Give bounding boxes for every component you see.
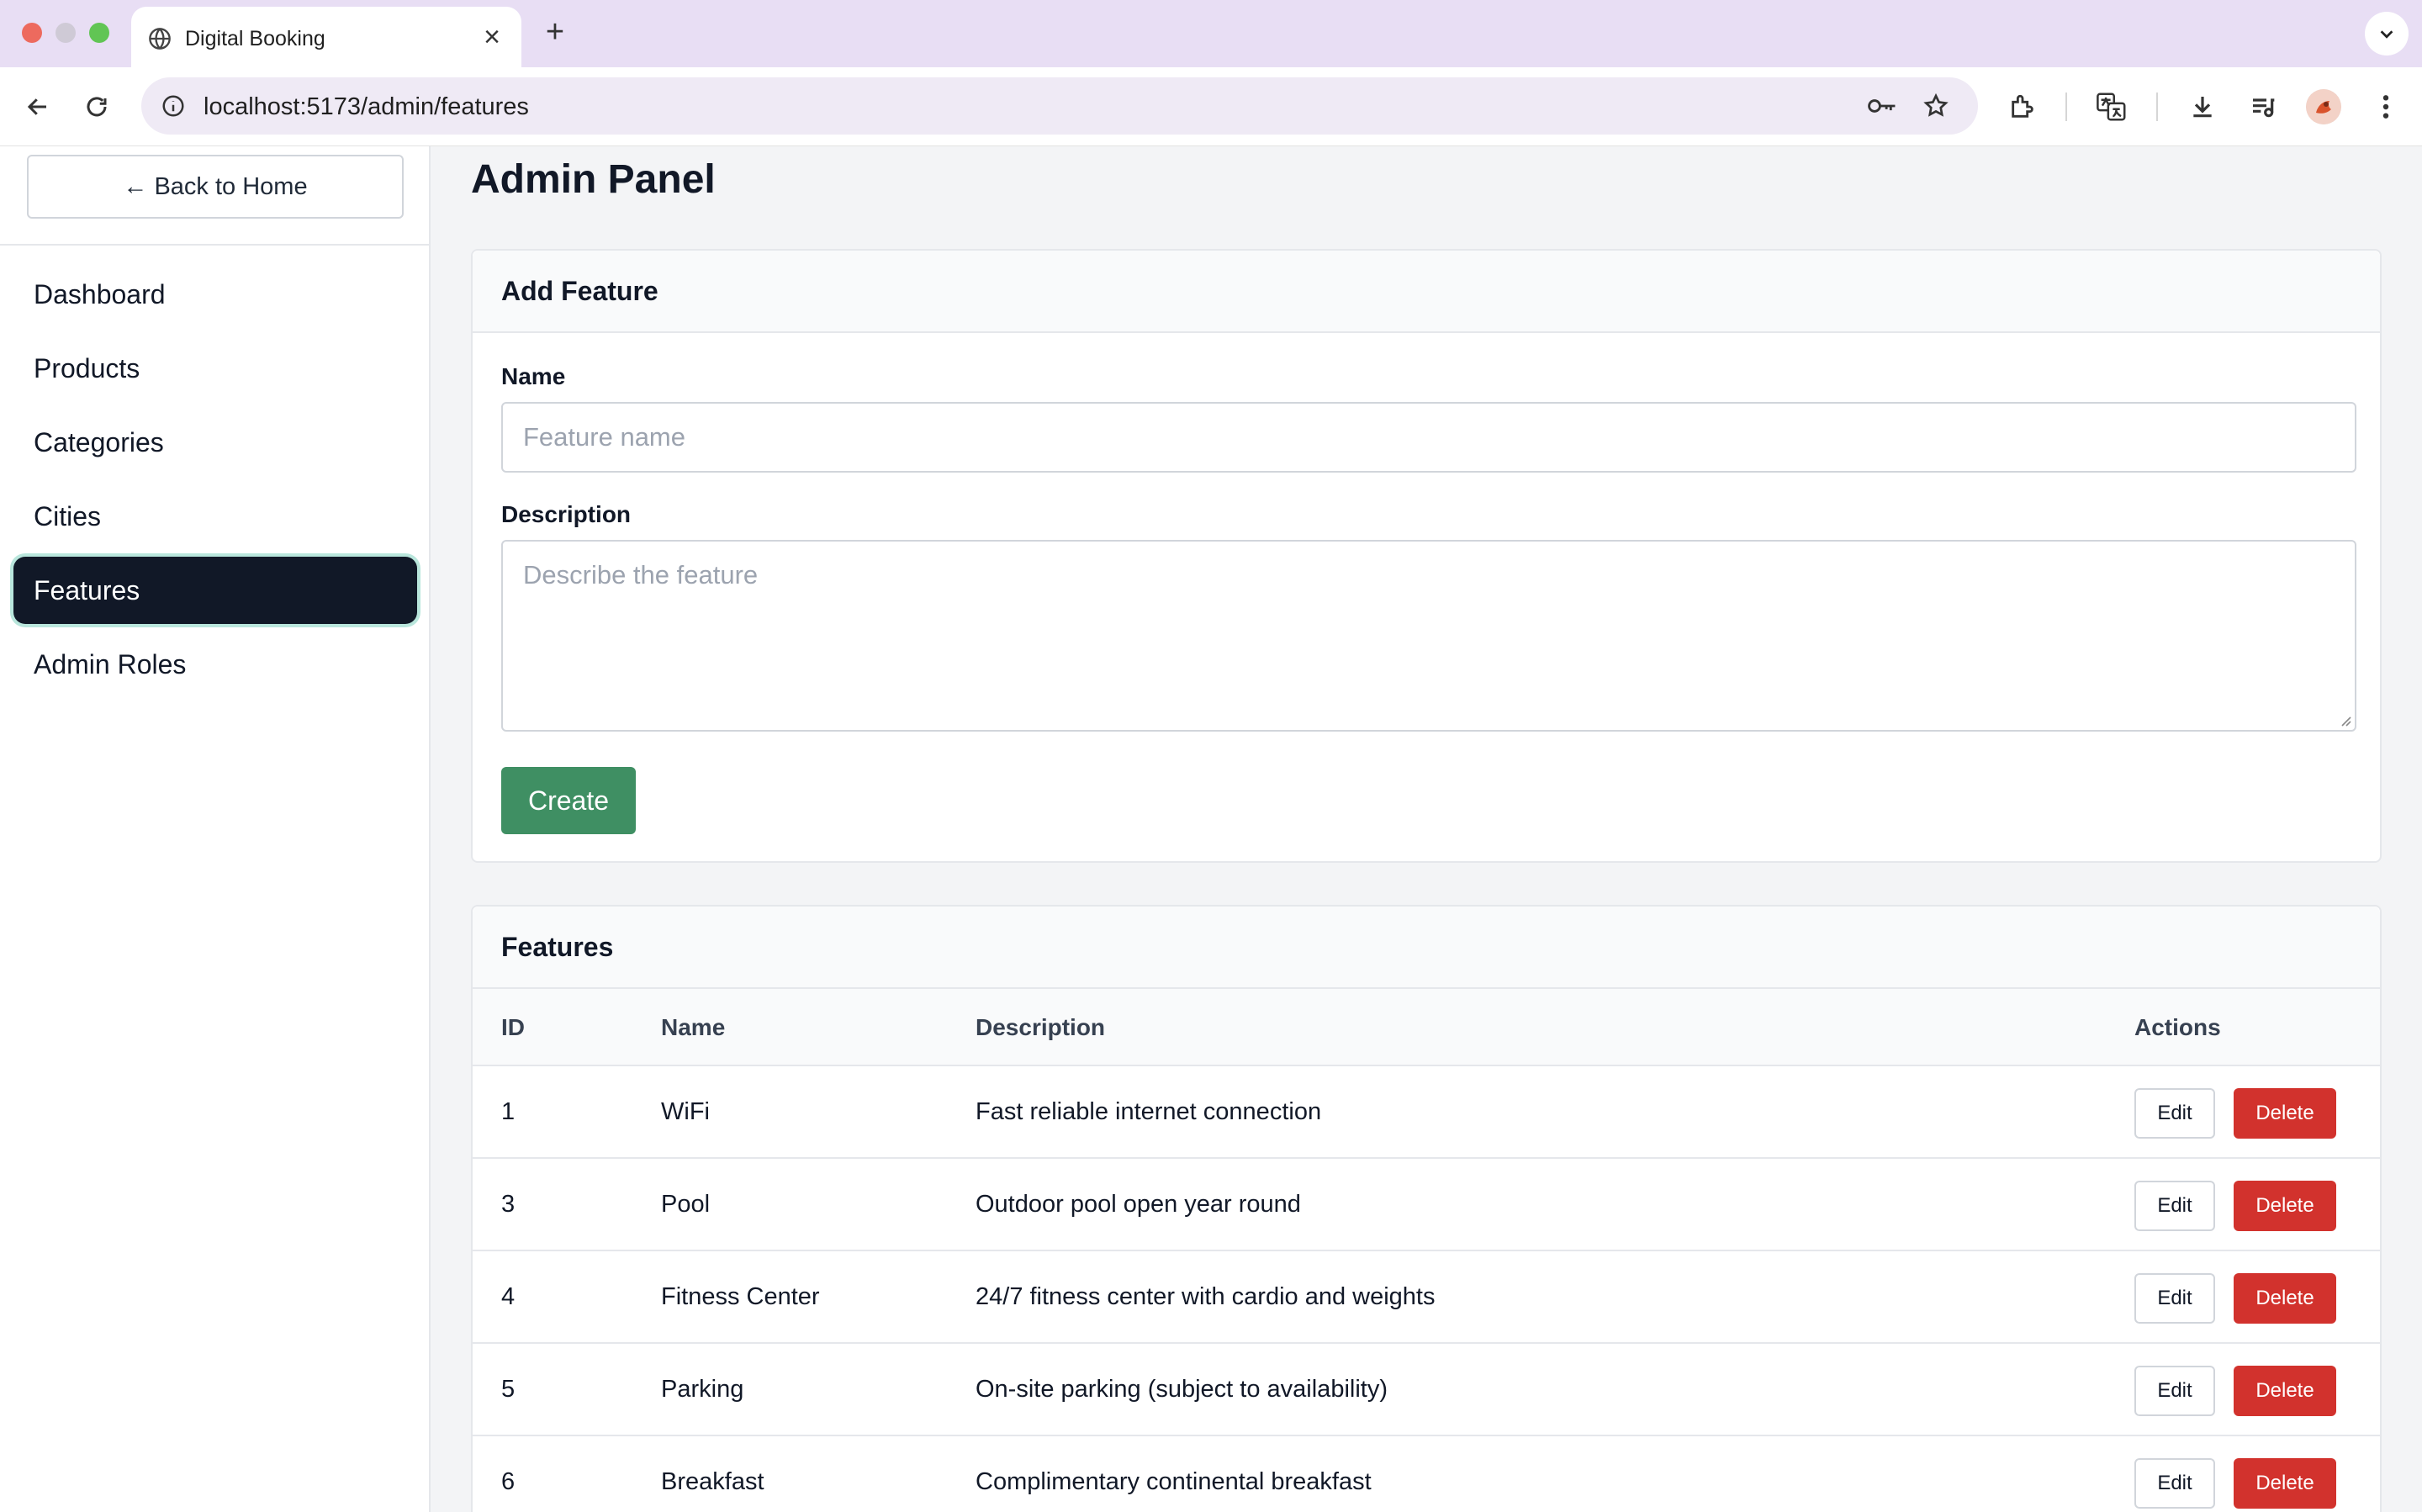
- sidebar-item-features[interactable]: Features: [13, 557, 417, 624]
- back-arrow-icon[interactable]: [20, 89, 56, 124]
- delete-button[interactable]: Delete: [2234, 1273, 2336, 1324]
- column-header-actions: Actions: [2134, 1014, 2221, 1040]
- browser-tab-strip: Digital Booking × +: [0, 0, 2422, 67]
- table-row: 5 Parking On-site parking (subject to av…: [473, 1344, 2380, 1436]
- edit-button[interactable]: Edit: [2134, 1366, 2215, 1416]
- address-bar[interactable]: localhost:5173/admin/features: [141, 77, 1978, 135]
- add-feature-heading: Add Feature: [473, 251, 2380, 333]
- browser-toolbar: localhost:5173/admin/features: [0, 67, 2422, 146]
- table-row: 1 WiFi Fast reliable internet connection…: [473, 1066, 2380, 1159]
- cell-id: 6: [501, 1468, 516, 1495]
- browser-tab[interactable]: Digital Booking ×: [131, 7, 521, 67]
- globe-icon: [148, 27, 172, 50]
- cell-name: Parking: [661, 1376, 744, 1403]
- add-feature-card: Add Feature Name Feature name Descriptio…: [471, 249, 2382, 863]
- sidebar-item-categories[interactable]: Categories: [13, 409, 417, 476]
- cell-name: Pool: [661, 1191, 711, 1218]
- tab-title: Digital Booking: [185, 27, 325, 50]
- cell-id: 5: [501, 1376, 516, 1403]
- table-header: ID Name Description Actions: [473, 989, 2380, 1066]
- sidebar-item-dashboard[interactable]: Dashboard: [13, 261, 417, 328]
- extensions-icon[interactable]: [2005, 89, 2040, 124]
- sidebar-item-cities[interactable]: Cities: [13, 483, 417, 550]
- download-icon[interactable]: [2185, 89, 2220, 124]
- edit-button[interactable]: Edit: [2134, 1458, 2215, 1509]
- site-info-icon[interactable]: [156, 89, 190, 123]
- table-row: 3 Pool Outdoor pool open year round Edit…: [473, 1159, 2380, 1251]
- delete-button[interactable]: Delete: [2234, 1366, 2336, 1416]
- edit-button[interactable]: Edit: [2134, 1181, 2215, 1231]
- cell-name: WiFi: [661, 1098, 710, 1125]
- browser-menu-icon[interactable]: [2368, 89, 2403, 124]
- new-tab-button[interactable]: +: [538, 15, 572, 49]
- delete-button[interactable]: Delete: [2234, 1088, 2336, 1139]
- bookmark-star-icon[interactable]: [1919, 89, 1953, 123]
- profile-avatar[interactable]: [2306, 89, 2341, 124]
- delete-button[interactable]: Delete: [2234, 1458, 2336, 1509]
- table-row: 4 Fitness Center 24/7 fitness center wit…: [473, 1251, 2380, 1344]
- sidebar-item-products[interactable]: Products: [13, 335, 417, 402]
- cell-description: Complimentary continental breakfast: [976, 1468, 1372, 1495]
- cell-description: On-site parking (subject to availability…: [976, 1376, 1388, 1403]
- tab-close-icon[interactable]: ×: [478, 23, 506, 52]
- feature-name-input[interactable]: Feature name: [501, 402, 2356, 473]
- delete-button[interactable]: Delete: [2234, 1181, 2336, 1231]
- table-row: 6 Breakfast Complimentary continental br…: [473, 1436, 2380, 1512]
- translate-icon[interactable]: [2094, 89, 2129, 124]
- tab-search-button[interactable]: [2365, 12, 2409, 56]
- page-title: Admin Panel: [471, 157, 716, 202]
- column-header-description: Description: [976, 1014, 1106, 1040]
- features-heading: Features: [473, 907, 2380, 989]
- create-button[interactable]: Create: [501, 767, 636, 834]
- media-queue-icon[interactable]: [2245, 89, 2281, 124]
- features-list-card: Features ID Name Description Actions 1 W…: [471, 905, 2382, 1512]
- description-label: Description: [501, 501, 632, 527]
- feature-description-textarea[interactable]: Describe the feature: [501, 540, 2356, 732]
- cell-name: Fitness Center: [661, 1283, 820, 1310]
- window-maximize-button[interactable]: [89, 23, 109, 43]
- url-text: localhost:5173/admin/features: [204, 93, 529, 120]
- resize-grip-icon[interactable]: [2338, 713, 2351, 727]
- cell-id: 1: [501, 1098, 516, 1125]
- cell-name: Breakfast: [661, 1468, 764, 1495]
- column-header-name: Name: [661, 1014, 726, 1040]
- edit-button[interactable]: Edit: [2134, 1088, 2215, 1139]
- description-placeholder: Describe the feature: [523, 560, 759, 589]
- name-label: Name: [501, 363, 566, 389]
- window-minimize-button[interactable]: [56, 23, 76, 43]
- edit-button[interactable]: Edit: [2134, 1273, 2215, 1324]
- cell-id: 3: [501, 1191, 516, 1218]
- column-header-id: ID: [501, 1014, 525, 1040]
- window-close-button[interactable]: [22, 23, 42, 43]
- cell-description: 24/7 fitness center with cardio and weig…: [976, 1283, 1436, 1310]
- back-to-home-button[interactable]: ← Back to Home: [27, 155, 404, 219]
- cell-id: 4: [501, 1283, 516, 1310]
- chevron-down-icon: [2380, 30, 2393, 39]
- cell-description: Outdoor pool open year round: [976, 1191, 1301, 1218]
- cell-description: Fast reliable internet connection: [976, 1098, 1322, 1125]
- password-key-icon[interactable]: [1865, 89, 1899, 123]
- reload-icon[interactable]: [79, 89, 114, 124]
- sidebar-divider: [0, 244, 429, 246]
- sidebar-item-admin-roles[interactable]: Admin Roles: [13, 631, 417, 698]
- admin-sidebar: ← Back to Home Dashboard Products Catego…: [0, 146, 431, 1512]
